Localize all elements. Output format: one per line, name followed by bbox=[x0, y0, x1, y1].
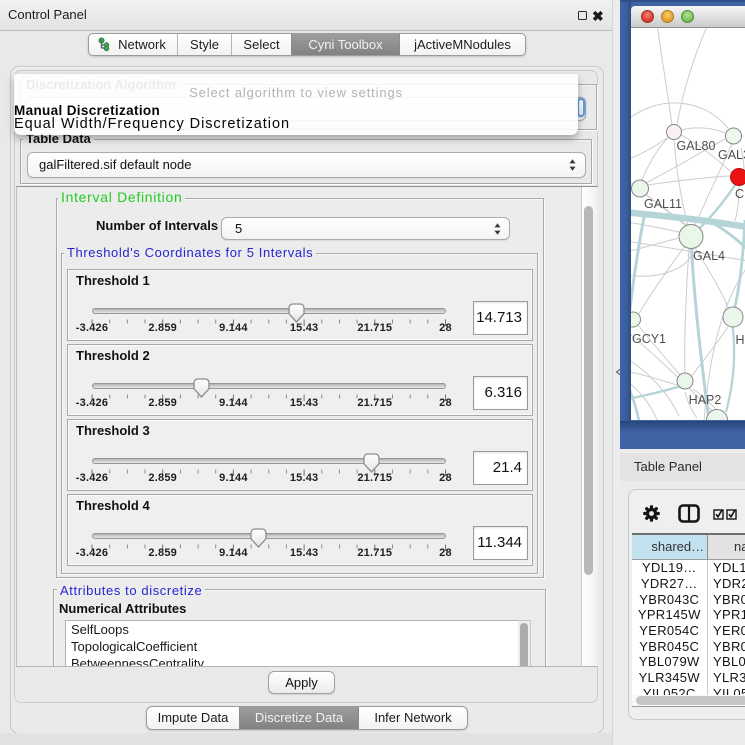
svg-text:GAL3: GAL3 bbox=[718, 148, 745, 162]
svg-text:HIS4: HIS4 bbox=[736, 333, 745, 347]
svg-text:GAL80: GAL80 bbox=[677, 139, 716, 153]
svg-text:GCY1: GCY1 bbox=[632, 332, 666, 346]
svg-text:GAL11: GAL11 bbox=[644, 197, 682, 211]
svg-text:GAL4: GAL4 bbox=[693, 249, 725, 263]
svg-text:CDC19: CDC19 bbox=[735, 187, 745, 201]
svg-text:HAP2: HAP2 bbox=[689, 393, 722, 407]
